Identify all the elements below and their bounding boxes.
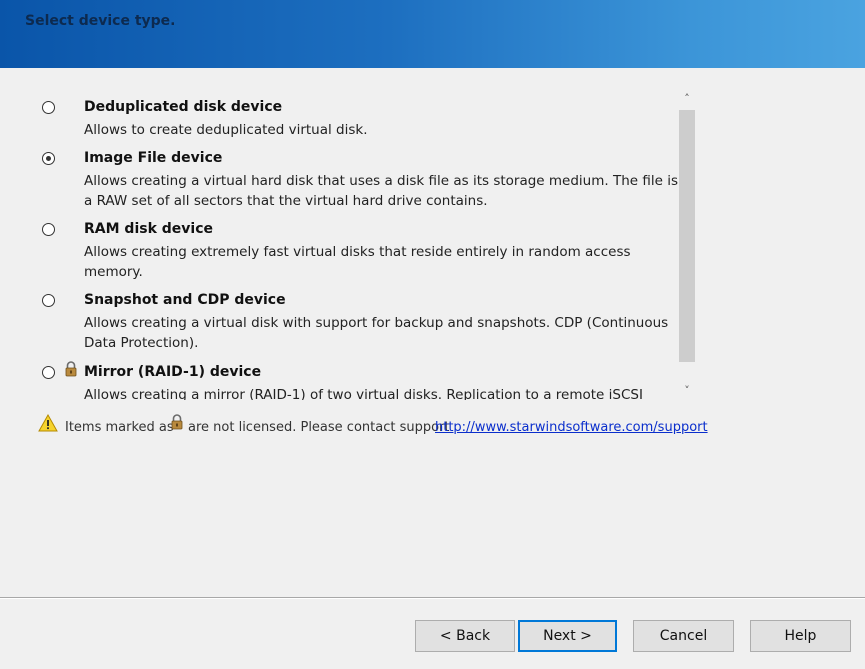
option-description: Allows creating a virtual hard disk that… <box>84 173 678 209</box>
option-ram-disk[interactable]: RAM disk device Allows creating extremel… <box>30 212 678 282</box>
radio-image-file[interactable] <box>42 152 55 165</box>
option-description: Allows creating extremely fast virtual d… <box>84 244 631 280</box>
footer-divider-highlight <box>0 598 865 599</box>
option-snapshot-cdp[interactable]: Snapshot and CDP device Allows creating … <box>30 283 678 353</box>
notice-text: are not licensed. Please contact support <box>188 420 450 435</box>
back-button[interactable]: < Back <box>415 620 515 652</box>
radio-deduplicated-disk[interactable] <box>42 101 55 114</box>
cancel-button[interactable]: Cancel <box>633 620 734 652</box>
help-button[interactable]: Help <box>750 620 851 652</box>
option-description: Allows creating a virtual disk with supp… <box>84 315 669 351</box>
option-title: Deduplicated disk device <box>84 99 283 115</box>
option-image-file[interactable]: Image File device Allows creating a virt… <box>30 141 678 211</box>
option-title: Image File device <box>84 150 223 166</box>
page-title: Select device type. <box>25 13 176 29</box>
license-notice: Items marked as are not licensed. Please… <box>38 414 758 438</box>
option-description: Allows to create deduplicated virtual di… <box>84 122 368 138</box>
scrollbar-thumb[interactable] <box>679 110 695 362</box>
chevron-down-icon[interactable]: ˅ <box>678 382 696 400</box>
radio-ram-disk[interactable] <box>42 223 55 236</box>
option-title: Snapshot and CDP device <box>84 292 286 308</box>
lock-icon <box>65 361 77 377</box>
lock-icon <box>171 414 183 430</box>
option-title: Mirror (RAID-1) device <box>84 364 262 380</box>
option-title: RAM disk device <box>84 221 213 237</box>
support-link[interactable]: http://www.starwindsoftware.com/support <box>435 420 708 435</box>
wizard-header: Select device type. <box>0 0 865 68</box>
option-deduplicated-disk[interactable]: Deduplicated disk device Allows to creat… <box>30 90 678 140</box>
chevron-up-icon[interactable]: ˄ <box>678 90 696 108</box>
warning-icon <box>38 414 58 432</box>
next-button[interactable]: Next > <box>518 620 617 652</box>
list-scrollbar[interactable]: ˄ ˅ <box>678 90 696 400</box>
option-mirror-raid1[interactable]: Mirror (RAID-1) device Allows creating a… <box>30 354 678 400</box>
device-type-list: Deduplicated disk device Allows to creat… <box>30 90 678 400</box>
notice-text: Items marked as <box>65 420 174 435</box>
radio-mirror-raid1[interactable] <box>42 366 55 379</box>
radio-snapshot-cdp[interactable] <box>42 294 55 307</box>
option-description: Allows creating a mirror (RAID-1) of two… <box>84 387 643 400</box>
